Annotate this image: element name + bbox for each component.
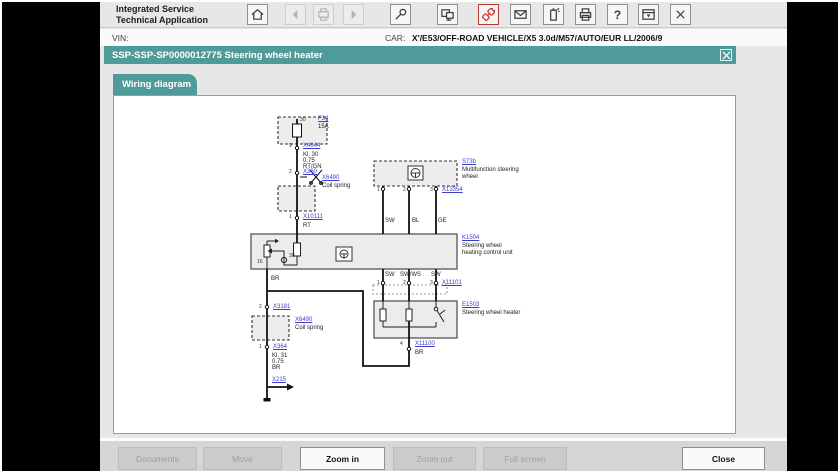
pin-1: 1 — [289, 214, 292, 220]
workshop-monitor-icon[interactable] — [437, 4, 458, 25]
wire-br-right: BR — [415, 350, 424, 356]
cu-pin-16: 16 — [257, 259, 263, 265]
wire-sw-1: SW — [385, 218, 395, 224]
wire-bl: BL — [412, 218, 420, 224]
printer-icon[interactable] — [575, 4, 596, 25]
mail-icon[interactable] — [510, 4, 531, 25]
dialog-title: SSP-SSP-SP0000012775 Steering wheel heat… — [112, 50, 323, 61]
wiring-diagram-canvas: 30 F34 15A 9 X4644 Kl. 30 0.75 RT/GN 2 X… — [114, 96, 735, 433]
header-bar: Integrated Service Technical Application — [100, 2, 787, 28]
heater-pin-4: 4 — [400, 341, 403, 347]
connector-x360-link[interactable]: X360 — [303, 169, 317, 175]
vehicle-interface-icon[interactable] — [478, 4, 499, 25]
pin-2: 2 — [289, 169, 292, 175]
heater-link[interactable]: E1503 — [462, 302, 479, 308]
control-unit-link[interactable]: K1504 — [462, 235, 479, 241]
ground-x215-link[interactable]: X215 — [272, 377, 286, 383]
wire-sw-2: SW — [385, 272, 395, 278]
screen-frame: Integrated Service Technical Application — [0, 0, 840, 473]
car-label: CAR: — [385, 33, 406, 43]
car-value: X'/E53/OFF-ROAD VEHICLE/X5 3.0d/M57/AUTO… — [412, 33, 663, 43]
coil-spring-top-name: Coil spring — [322, 183, 351, 189]
minimize-icon[interactable] — [638, 4, 659, 25]
hc-pin-3: 3 — [430, 280, 433, 286]
wire-sw-ws: SW/WS — [400, 272, 421, 278]
full-screen-button: Full screen — [483, 447, 567, 470]
zoom-in-button[interactable]: Zoom in — [300, 447, 385, 470]
help-glyph: ? — [613, 7, 622, 22]
tab-label: Wiring diagram — [122, 79, 192, 90]
vehicle-bar: VIN: CAR: X'/E53/OFF-ROAD VEHICLE/X5 3.0… — [100, 29, 787, 46]
ista-window: Integrated Service Technical Application — [100, 2, 787, 471]
wire-br-left: BR — [271, 276, 280, 282]
fuse-pin-top: 30 — [300, 117, 306, 123]
coil-spring-bottom-link[interactable]: X6490 — [295, 317, 312, 323]
mfl-name-2: wheel — [462, 174, 478, 180]
footer-bar: Documents Move Zoom in Zoom out Full scr… — [100, 438, 787, 471]
hc-pin-1: 1 — [377, 280, 380, 286]
dialog-close-icon[interactable] — [720, 49, 732, 61]
heater-name: Steering wheel heater — [462, 310, 521, 316]
wiring-diagram-svg — [250, 116, 458, 402]
connector-x11101-link[interactable]: X11101 — [442, 280, 462, 286]
close-button[interactable]: Close — [682, 447, 765, 470]
connector-x11100-link[interactable]: X11100 — [415, 341, 435, 347]
pin-2b: 2 — [259, 304, 262, 310]
connector-x4644-link[interactable]: X4644 — [303, 143, 320, 149]
dialog-title-bar: SSP-SSP-SP0000012775 Steering wheel heat… — [104, 46, 736, 64]
mfl-pin-3: 3 — [430, 187, 433, 193]
mfl-pin-2: 2 — [403, 187, 406, 193]
coil-spring-bottom-box — [251, 315, 290, 341]
control-unit-name-1: Steering wheel — [462, 243, 502, 249]
zoom-out-button: Zoom out — [393, 447, 476, 470]
documents-button: Documents — [118, 447, 197, 470]
battery-icon[interactable] — [543, 4, 564, 25]
wire-sw-3: SW — [431, 272, 441, 278]
pin-9: 9 — [289, 143, 292, 149]
close-icon[interactable] — [670, 4, 691, 25]
wire-ge: GE — [438, 218, 447, 224]
mfl-pin-1: 1 — [377, 187, 380, 193]
hc-pin-2: 2 — [403, 280, 406, 286]
fuse-rating: 15A — [318, 124, 329, 130]
home-icon[interactable] — [247, 4, 268, 25]
vin-label: VIN: — [112, 33, 129, 43]
wire-spec-bottom-3: BR — [272, 365, 281, 371]
control-unit-name-2: heating control unit — [462, 250, 513, 256]
connector-x10111-link[interactable]: X10111 — [303, 214, 323, 220]
fuse-ref-link[interactable]: F34 — [318, 116, 328, 122]
print-preview-icon — [313, 4, 334, 25]
mfl-name-1: Multifunction steering — [462, 167, 519, 173]
forward-icon — [343, 4, 364, 25]
app-title-line1: Integrated Service — [116, 4, 195, 14]
connector-x364-link[interactable]: X364 — [273, 344, 287, 350]
help-icon[interactable]: ? — [607, 4, 628, 25]
wrench-icon[interactable] — [390, 4, 411, 25]
tab-wiring-diagram[interactable]: Wiring diagram — [113, 74, 197, 96]
wire-rt: RT — [303, 223, 311, 229]
coil-spring-top-link[interactable]: X6490 — [322, 175, 339, 181]
move-button: Move — [203, 447, 282, 470]
pin-1b: 1 — [259, 344, 262, 350]
connector-x3181-link[interactable]: X3181 — [273, 304, 290, 310]
back-icon — [285, 4, 306, 25]
mfl-link[interactable]: S73b — [462, 159, 476, 165]
app-title: Integrated Service Technical Application — [116, 4, 208, 26]
coil-spring-bottom-name: Coil spring — [295, 325, 324, 331]
wiring-diagram-panel: 30 F34 15A 9 X4644 Kl. 30 0.75 RT/GN 2 X… — [113, 95, 736, 434]
cu-pin-30: 30 — [289, 253, 295, 259]
connector-x13354-link[interactable]: X13354 — [442, 187, 463, 193]
app-title-line2: Technical Application — [116, 15, 209, 25]
